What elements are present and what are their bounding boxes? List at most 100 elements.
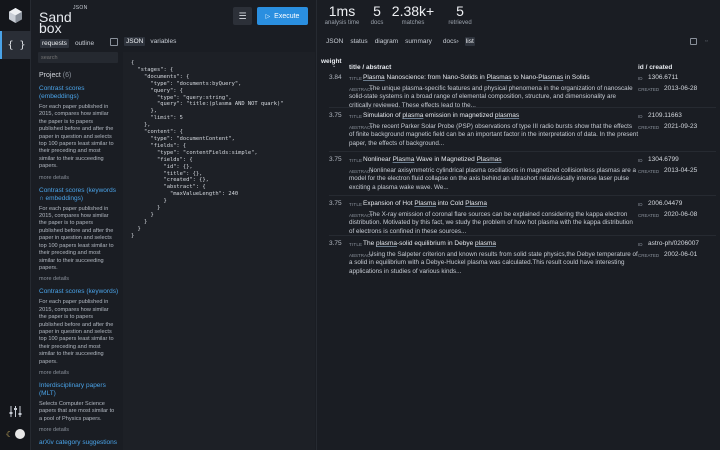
code-line: "stages": { <box>131 66 174 73</box>
stat-value: 1ms <box>328 3 356 19</box>
row-id[interactable]: 1304.6799 <box>648 156 679 163</box>
row-abstract: Using the Salpeter criterion and known r… <box>349 251 638 275</box>
expand-icon[interactable]: ⇔ <box>704 38 709 45</box>
highlight-term: Plasma <box>465 200 487 207</box>
editor-tabs: JSON variables <box>124 37 178 46</box>
request-sidebar: Project (6) Contrast scores (embeddings)… <box>37 52 122 450</box>
query-editor-nav-icon[interactable]: { } <box>0 31 31 59</box>
code-line: }, <box>131 108 157 115</box>
row-abstract: The X-ray emission of coronal flare sour… <box>349 211 633 235</box>
row-id[interactable]: 2006.04479 <box>648 200 682 207</box>
stat-label: docs <box>370 20 384 26</box>
code-line: } <box>131 218 148 225</box>
tab-json[interactable]: JSON <box>124 37 146 46</box>
row-title[interactable]: Plasma Nanoscience: from Nano-Solids in … <box>363 74 633 81</box>
code-line: "type": "query:string", <box>131 94 232 101</box>
list-item[interactable]: Contrast scores (embeddings) For each pa… <box>39 85 122 181</box>
request-description: For each paper published in 2015, compar… <box>39 205 114 271</box>
activity-rail: { } ☾ <box>0 0 31 450</box>
row-title[interactable]: Expansion of Hot Plasma into Cold Plasma <box>363 200 633 207</box>
code-line: } <box>131 232 135 239</box>
code-line: "maxValueLength": 240 <box>131 191 239 198</box>
project-count: (6) <box>62 72 72 79</box>
row-title[interactable]: The plasma-solid equilibrium in Debye pl… <box>363 240 633 247</box>
request-title[interactable]: Contrast scores (embeddings) <box>39 85 122 101</box>
settings-sliders-icon[interactable] <box>8 404 23 419</box>
row-created: 2013-04-25 <box>664 167 698 174</box>
row-created: 2020-06-08 <box>664 211 698 218</box>
project-heading: Project (6) <box>39 72 122 79</box>
title-text: emission in magnetized <box>423 112 495 119</box>
id-label: ID <box>638 242 643 247</box>
table-row[interactable]: 3.75 TITLE Simulation of plasma emission i… <box>317 112 720 152</box>
list-item[interactable]: Interdisciplinary papers (MLT) Selects C… <box>39 382 122 433</box>
code-line: "type": "contentFields:simple", <box>131 149 258 156</box>
highlight-term: Plasma <box>414 200 436 207</box>
title-text: in Solids <box>563 74 590 81</box>
title-text: Nanoscience: from Nano-Solids in <box>384 74 487 81</box>
tab-json-result[interactable]: JSON <box>325 37 344 46</box>
list-menu-button[interactable]: ☰ <box>233 7 252 25</box>
id-label: ID <box>638 158 643 163</box>
code-line: "content": { <box>131 129 183 136</box>
request-description: For each paper published in 2015, compar… <box>39 299 114 365</box>
table-row[interactable]: 3.75 TITLE Nonlinear Plasma Wave in Magnet… <box>317 156 720 196</box>
row-title[interactable]: Simulation of plasma emission in magneti… <box>363 112 633 119</box>
list-item[interactable]: Contrast scores (keywords) For each pape… <box>39 288 122 376</box>
sort-arrow-icon[interactable]: ⌄ <box>332 63 336 69</box>
save-icon[interactable] <box>690 38 697 45</box>
tab-list[interactable]: list <box>464 37 475 46</box>
table-row[interactable]: 3.84 TITLE Plasma Nanoscience: from Nano-S… <box>317 74 720 114</box>
brand-json: JSON <box>73 5 88 11</box>
request-title[interactable]: Contrast scores (keywords ∩ embeddings) <box>39 187 122 203</box>
project-label: Project <box>39 72 61 79</box>
stat-retrieved: 5 retrieved <box>444 4 476 34</box>
created-label: CREATED <box>638 125 660 130</box>
table-row[interactable]: 3.75 TITLE The plasma-solid equilibrium in… <box>317 240 720 280</box>
highlight-term: plasma <box>402 112 424 119</box>
tab-outline[interactable]: outline <box>73 39 96 48</box>
row-id[interactable]: 1306.6711 <box>648 74 678 81</box>
tab-requests[interactable]: requests <box>40 38 69 48</box>
title-text: Nonlinear <box>363 156 393 163</box>
toggle-knob <box>15 429 26 439</box>
tab-summary[interactable]: summary <box>404 37 433 46</box>
code-line: } <box>131 198 167 205</box>
row-id[interactable]: 2109.11663 <box>648 112 682 119</box>
created-label: CREATED <box>638 213 660 218</box>
panel-layout-icon[interactable] <box>110 38 118 46</box>
more-details-link[interactable]: more details <box>39 175 122 181</box>
list-item[interactable]: Contrast scores (keywords ∩ embeddings) … <box>39 187 122 283</box>
id-label: ID <box>638 76 643 81</box>
column-title-abstract[interactable]: title / abstract <box>349 64 391 71</box>
list-item[interactable]: arXiv category suggestions <box>39 439 122 447</box>
row-id[interactable]: astro-ph/0206007 <box>648 240 699 247</box>
execute-button[interactable]: ▷ Execute <box>257 7 308 25</box>
code-line: "abstract": { <box>131 184 206 191</box>
title-label: TITLE <box>349 114 363 119</box>
brand-box: box <box>39 20 62 36</box>
result-tabs: JSON status diagram summary docs› list <box>325 37 475 46</box>
highlight-term: Plasma <box>392 156 415 163</box>
tab-docs[interactable]: docs› <box>442 37 460 46</box>
tab-diagram[interactable]: diagram <box>374 37 399 46</box>
request-title[interactable]: Interdisciplinary papers (MLT) <box>39 382 122 398</box>
row-divider <box>329 107 716 108</box>
column-id-created[interactable]: id / created <box>638 64 672 71</box>
created-label: CREATED <box>638 253 660 258</box>
json-code-editor[interactable]: { "stages": { "documents": { "type": "do… <box>123 52 315 450</box>
more-details-link[interactable]: more details <box>39 370 122 376</box>
more-details-link[interactable]: more details <box>39 427 122 433</box>
row-title[interactable]: Nonlinear Plasma Wave in Magnetized Plas… <box>363 156 633 163</box>
tab-status[interactable]: status <box>349 37 368 46</box>
more-details-link[interactable]: more details <box>39 276 122 282</box>
row-weight: 3.75 <box>329 240 342 247</box>
request-title[interactable]: arXiv category suggestions <box>39 439 122 447</box>
row-weight: 3.84 <box>329 74 342 81</box>
sandbox-logo-icon[interactable] <box>7 7 24 24</box>
theme-toggle[interactable]: ☾ <box>6 429 26 439</box>
request-title[interactable]: Contrast scores (keywords) <box>39 288 122 296</box>
table-row[interactable]: 3.75 TITLE Expansion of Hot Plasma into Co… <box>317 200 720 240</box>
tab-variables[interactable]: variables <box>148 37 178 46</box>
search-input[interactable] <box>38 52 118 63</box>
